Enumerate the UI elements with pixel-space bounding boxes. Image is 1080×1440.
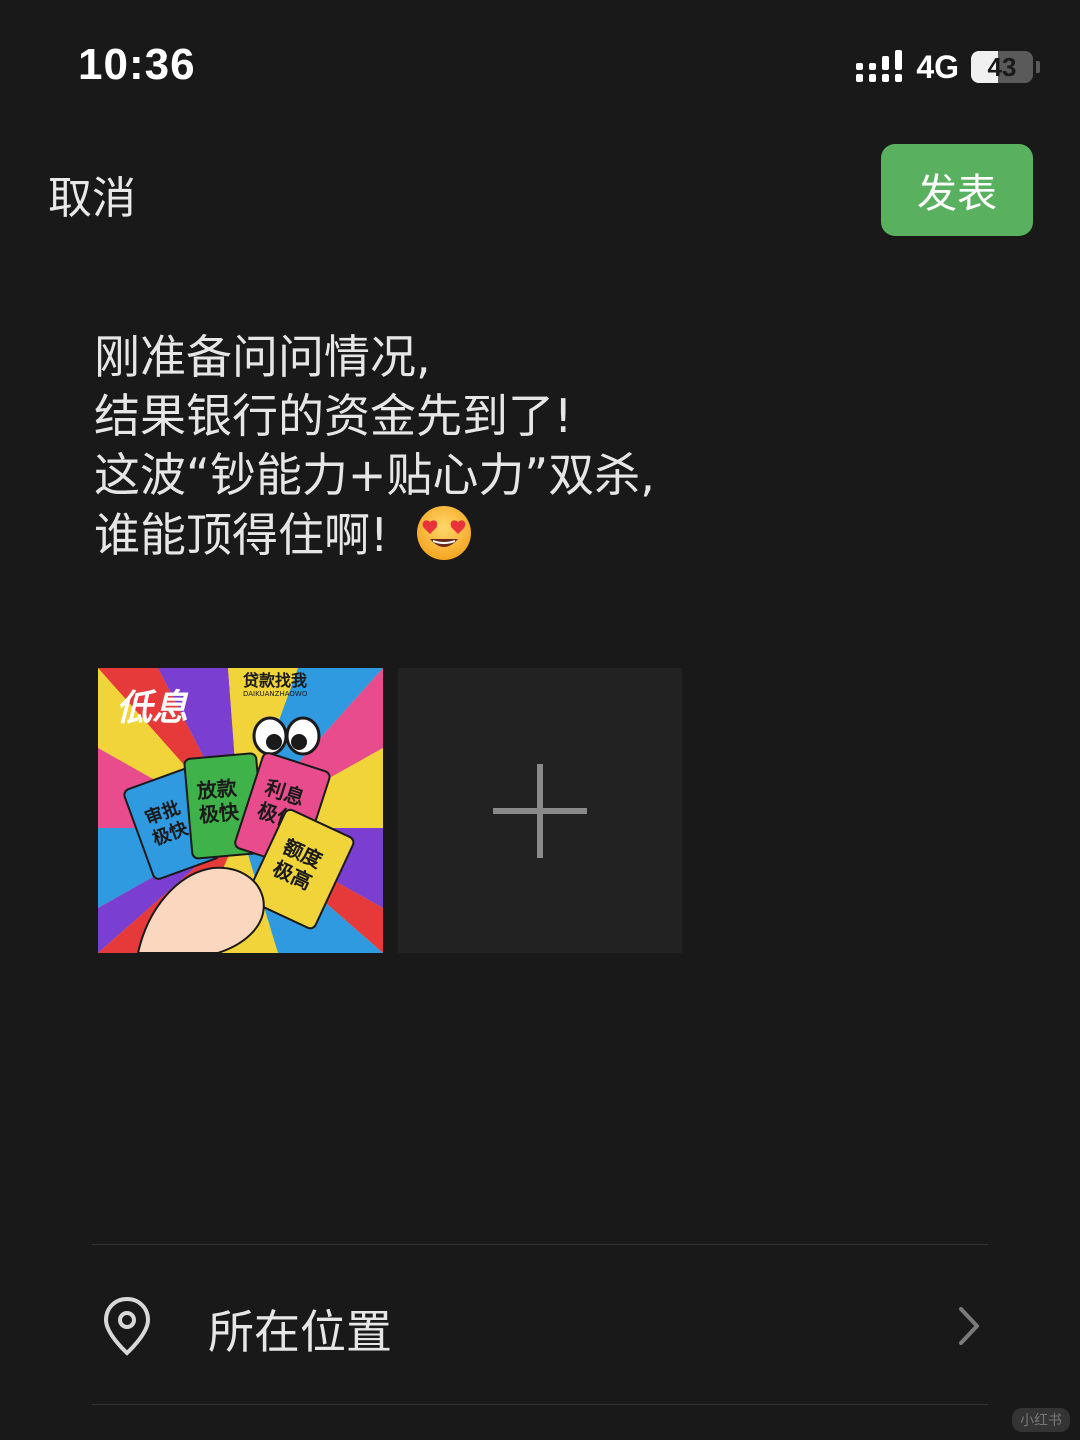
post-line: 刚准备问问情况, [94,330,431,384]
chevron-right-icon [958,1306,980,1350]
heart-eyes-emoji-icon [416,505,472,561]
signal-icon [856,50,904,84]
card-label: 放款 [195,776,239,804]
add-photo-button[interactable] [398,668,682,953]
watermark: 小红书 [1012,1408,1070,1432]
status-indicators: 4G 43 [856,46,1040,88]
location-pin-icon [102,1296,152,1360]
thumbnail-artwork: 低息 贷款找我 DAIKUANZHAOWO 审批 极快 放款 极快 利息 极低 … [98,668,383,953]
divider [92,1404,988,1405]
post-line: 这波“钞能力+贴心力”双杀, [94,448,655,502]
network-type: 4G [916,48,959,85]
post-text[interactable]: 刚准备问问情况, 结果银行的资金先到了! 这波“钞能力+贴心力”双杀, 谁能顶得… [94,328,994,565]
battery-icon: 43 [971,51,1033,83]
post-line: 结果银行的资金先到了! [94,389,573,443]
thumbnail-pinyin: DAIKUANZHAOWO [243,690,308,698]
location-label: 所在位置 [208,1305,392,1359]
location-row[interactable]: 所在位置 [92,1246,988,1404]
thumbnail-tagline: 贷款找我 [243,671,307,690]
post-image-thumbnail[interactable]: 低息 贷款找我 DAIKUANZHAOWO 审批 极快 放款 极快 利息 极低 … [98,668,383,953]
divider [92,1244,988,1245]
cancel-button[interactable]: 取消 [48,162,136,226]
battery-tip [1036,61,1040,73]
thumbnail-title: 低息 [116,688,189,729]
card-label: 极快 [198,800,241,827]
battery-level: 43 [987,52,1017,82]
publish-button[interactable]: 发表 [881,144,1033,236]
status-time: 10:36 [78,40,196,89]
post-line-last: 谁能顶得住啊! [94,505,994,565]
post-line: 谁能顶得住啊! [94,508,389,562]
plus-icon [493,763,587,858]
